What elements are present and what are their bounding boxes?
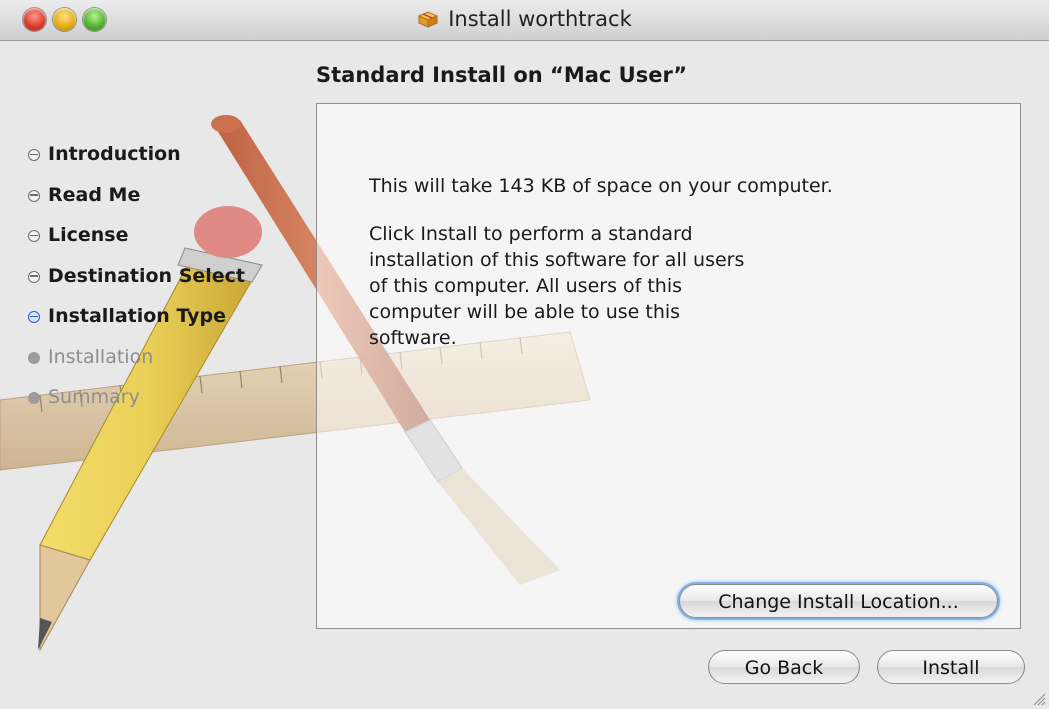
step-pending-icon	[28, 392, 40, 404]
step-read-me: Read Me	[28, 181, 245, 222]
space-required-text: This will take 143 KB of space on your c…	[369, 175, 833, 197]
step-license: License	[28, 221, 245, 262]
page-heading: Standard Install on “Mac User”	[316, 63, 688, 87]
install-button[interactable]: Install	[877, 650, 1025, 684]
step-label: License	[48, 224, 129, 246]
change-install-location-button[interactable]: Change Install Location...	[679, 584, 998, 618]
step-label: Installation	[48, 345, 154, 368]
go-back-button[interactable]: Go Back	[708, 650, 860, 684]
package-icon	[417, 11, 439, 28]
step-label: Introduction	[48, 143, 181, 165]
step-completed-icon	[28, 189, 40, 202]
resize-grip-icon[interactable]	[1032, 692, 1046, 706]
step-current-icon	[28, 311, 40, 323]
step-destination-select: Destination Select	[28, 262, 245, 303]
title-bar[interactable]: Install worthtrack	[0, 0, 1049, 41]
installer-window: Install worthtrack Standard Install on “…	[0, 0, 1049, 709]
step-completed-icon	[28, 149, 40, 161]
step-installation: Installation	[28, 343, 245, 384]
step-introduction: Introduction	[28, 140, 245, 181]
install-description-text: Click Install to perform a standard inst…	[369, 223, 745, 349]
step-label: Destination Select	[48, 264, 246, 287]
step-label: Installation Type	[48, 305, 227, 327]
step-label: Summary	[48, 386, 140, 408]
step-completed-icon	[28, 230, 40, 242]
step-installation-type: Installation Type	[28, 302, 245, 343]
step-completed-icon	[28, 270, 40, 283]
installer-steps: Introduction Read Me License Destination…	[28, 140, 245, 424]
step-summary: Summary	[28, 383, 245, 424]
step-label: Read Me	[48, 183, 141, 206]
window-title: Install worthtrack	[448, 7, 632, 31]
step-pending-icon	[28, 351, 40, 364]
